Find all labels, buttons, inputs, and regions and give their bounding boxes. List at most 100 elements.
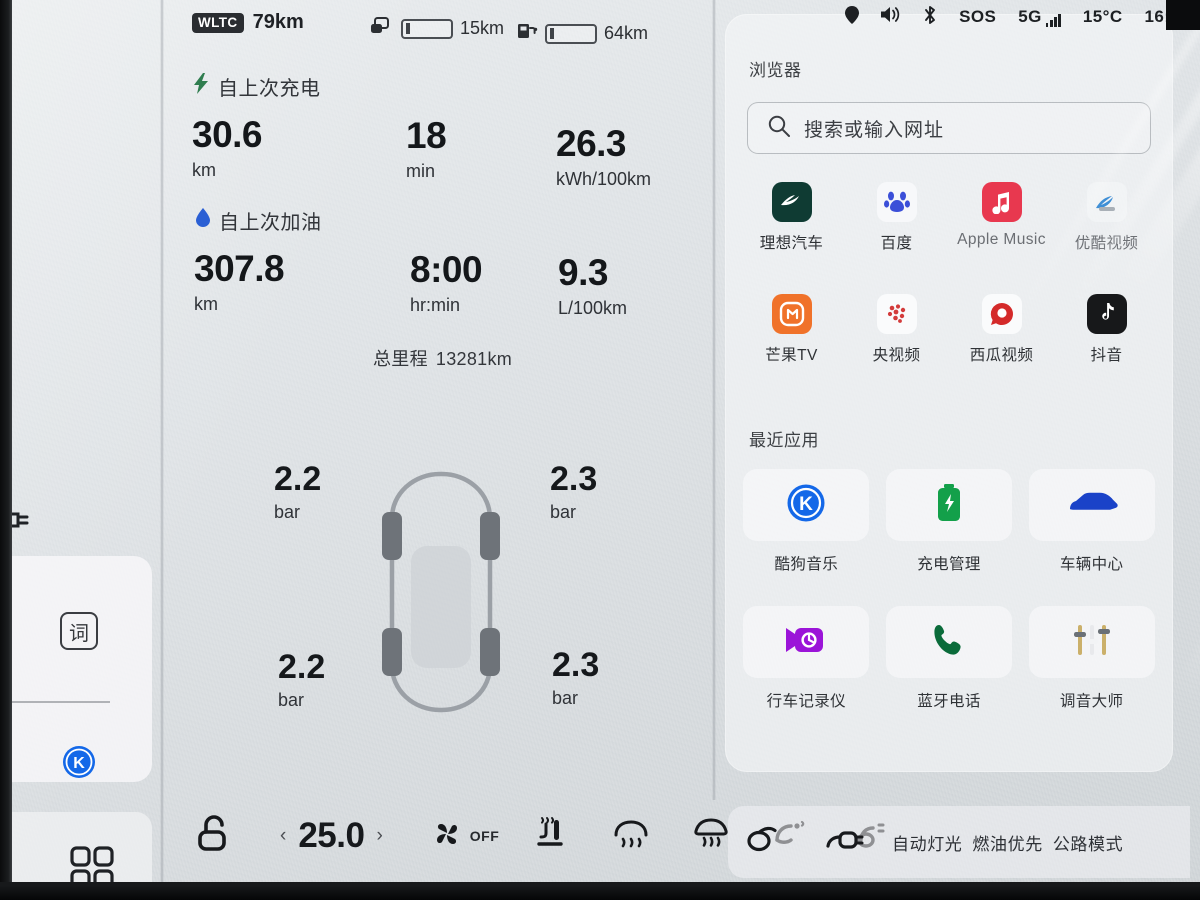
headlight-icon[interactable] [746, 825, 786, 860]
since-last-refuel-label: 自上次加油 [196, 206, 322, 235]
app-label: 百度 [880, 235, 913, 252]
recent-app-label: 酷狗音乐 [774, 556, 839, 573]
fan-icon [431, 818, 463, 855]
infotainment-screen: SOS 5G 15°C 16:15 词 K [0, 0, 1200, 900]
fuel-range-gauge [545, 23, 597, 44]
kugou-music-icon: K [786, 483, 826, 528]
recent-app-label: 车辆中心 [1059, 556, 1124, 573]
metric-value: 30.6 [192, 114, 263, 155]
chip-highway-mode[interactable]: 公路模式 [1053, 830, 1123, 855]
lixiang-auto-icon [771, 182, 812, 222]
recent-app-charging[interactable]: 充电管理 [882, 469, 1017, 574]
metric-unit: hr:min [410, 295, 461, 315]
recent-app-dashcam[interactable]: 行车记录仪 [739, 606, 874, 711]
recent-app-tile[interactable] [743, 606, 870, 678]
panel-seam [712, 0, 716, 800]
recent-app-bluetooth-phone[interactable]: 蓝牙电话 [882, 606, 1017, 711]
status-bar: SOS 5G 15°C 16:15 [845, 2, 1190, 32]
recent-apps-row-2: 行车记录仪 蓝牙电话 调音大师 [739, 606, 1159, 711]
app-label: 西瓜视频 [969, 347, 1034, 364]
ev-battery-icon [370, 16, 394, 41]
phone-call-icon [932, 623, 966, 662]
climate-control-bar: ‹ 25.0 › OFF [168, 790, 885, 882]
app-douyin[interactable]: 抖音 [1054, 294, 1159, 365]
temperature-value[interactable]: 25.0 [298, 816, 365, 856]
wltc-range-value: 79km [252, 11, 304, 33]
ev-range-gauge [401, 18, 453, 39]
app-grid-row-1: 理想汽车 百度 Apple Music 优酷视频 [739, 182, 1159, 253]
recent-app-label: 蓝牙电话 [917, 693, 981, 710]
recent-app-tile[interactable] [885, 469, 1012, 541]
recent-app-equalizer[interactable]: 调音大师 [1024, 606, 1159, 711]
tire-pressure-diagram[interactable]: 2.2 bar 2.3 bar 2.2 bar 2.3 bar [168, 440, 708, 740]
front-defrost-icon[interactable] [693, 817, 729, 856]
seat-heater-icon[interactable] [535, 816, 569, 857]
sos-indicator[interactable]: SOS [959, 7, 996, 27]
recent-app-tile[interactable] [1028, 469, 1155, 541]
fuel-range-indicator: 64km [516, 21, 648, 46]
metric-unit: kWh/100km [556, 169, 652, 189]
vehicle-center-icon [1066, 489, 1118, 522]
fan-control[interactable]: OFF [431, 818, 500, 855]
electric-range-indicator: 15km [370, 16, 504, 41]
screen-bezel-bottom [0, 882, 1200, 900]
tire-pressure-value: 2.2 [274, 460, 322, 498]
charging-battery-icon [936, 483, 962, 527]
app-baidu[interactable]: 百度 [844, 182, 949, 253]
panel-title-browser: 浏览器 [749, 61, 802, 80]
metric-value: 26.3 [556, 123, 627, 164]
chip-fuel-priority[interactable]: 燃油优先 [972, 830, 1042, 855]
recent-app-label: 充电管理 [917, 556, 981, 573]
app-xigua-video[interactable]: 西瓜视频 [949, 294, 1054, 365]
app-label: 央视频 [872, 347, 921, 364]
drive-icon-group [746, 825, 868, 860]
ime-word-button[interactable]: 词 [60, 612, 98, 650]
apple-music-icon [981, 182, 1022, 222]
kugou-music-icon[interactable]: K [62, 745, 96, 784]
fan-state-label: OFF [469, 828, 500, 844]
chip-auto-headlight[interactable]: 自动灯光 [892, 830, 962, 855]
search-placeholder: 搜索或输入网址 [804, 119, 945, 141]
metric-value: 8:00 [410, 249, 483, 290]
app-label: 抖音 [1090, 347, 1123, 364]
since-refuel-duration: 8:00 hr:min [410, 249, 483, 316]
drive-mode-bar: 自动灯光 燃油优先 公路模式 [728, 806, 1190, 878]
tire-front-left: 2.2 bar [274, 462, 321, 523]
since-charge-consumption: 26.3 kWh/100km [556, 125, 651, 190]
location-pin-icon[interactable] [845, 5, 860, 29]
recent-app-vehicle-center[interactable]: 车辆中心 [1024, 469, 1159, 574]
metric-unit: L/100km [558, 298, 628, 318]
charge-plug-icon[interactable] [824, 826, 868, 859]
temp-increase-button[interactable]: › [376, 825, 382, 847]
search-input[interactable]: 搜索或输入网址 [747, 102, 1151, 154]
bluetooth-icon[interactable] [923, 5, 937, 30]
since-charge-distance: 30.6 km [192, 114, 263, 181]
volume-icon[interactable] [881, 6, 901, 28]
tire-rear-left: 2.2 bar [278, 650, 325, 711]
app-lixiang-auto[interactable]: 理想汽车 [739, 182, 844, 253]
unlock-icon[interactable] [196, 812, 234, 861]
svg-text:K: K [799, 494, 813, 515]
app-mango-tv[interactable]: 芒果TV [739, 294, 844, 365]
browser-panel: 浏览器 搜索或输入网址 理想汽车 百度 Apple Music 优酷视频 芒果T… [725, 14, 1173, 772]
fuel-pump-icon [516, 21, 538, 46]
temp-decrease-button[interactable]: ‹ [280, 825, 286, 847]
tire-pressure-value: 2.2 [278, 648, 326, 686]
app-label: 理想汽车 [759, 235, 824, 252]
screen-bezel-corner [1166, 0, 1200, 30]
recent-app-tile[interactable]: K [743, 469, 870, 541]
svg-text:K: K [73, 755, 85, 772]
app-youku[interactable]: 优酷视频 [1054, 182, 1159, 253]
signal-strength-icon [1045, 14, 1061, 27]
app-cctv-video[interactable]: 央视频 [844, 294, 949, 365]
recent-app-tile[interactable] [885, 606, 1012, 678]
metric-value: 9.3 [558, 252, 608, 293]
app-apple-music[interactable]: Apple Music [949, 182, 1054, 253]
recent-app-tile[interactable] [1028, 606, 1155, 678]
network-type-label: 5G [1018, 7, 1042, 26]
recent-app-kugou[interactable]: K 酷狗音乐 [739, 469, 874, 574]
app-label: 优酷视频 [1074, 235, 1139, 252]
left-partial-panel: 词 K [0, 0, 162, 900]
rear-defrost-icon[interactable] [613, 817, 649, 856]
car-top-view-icon [366, 468, 516, 723]
